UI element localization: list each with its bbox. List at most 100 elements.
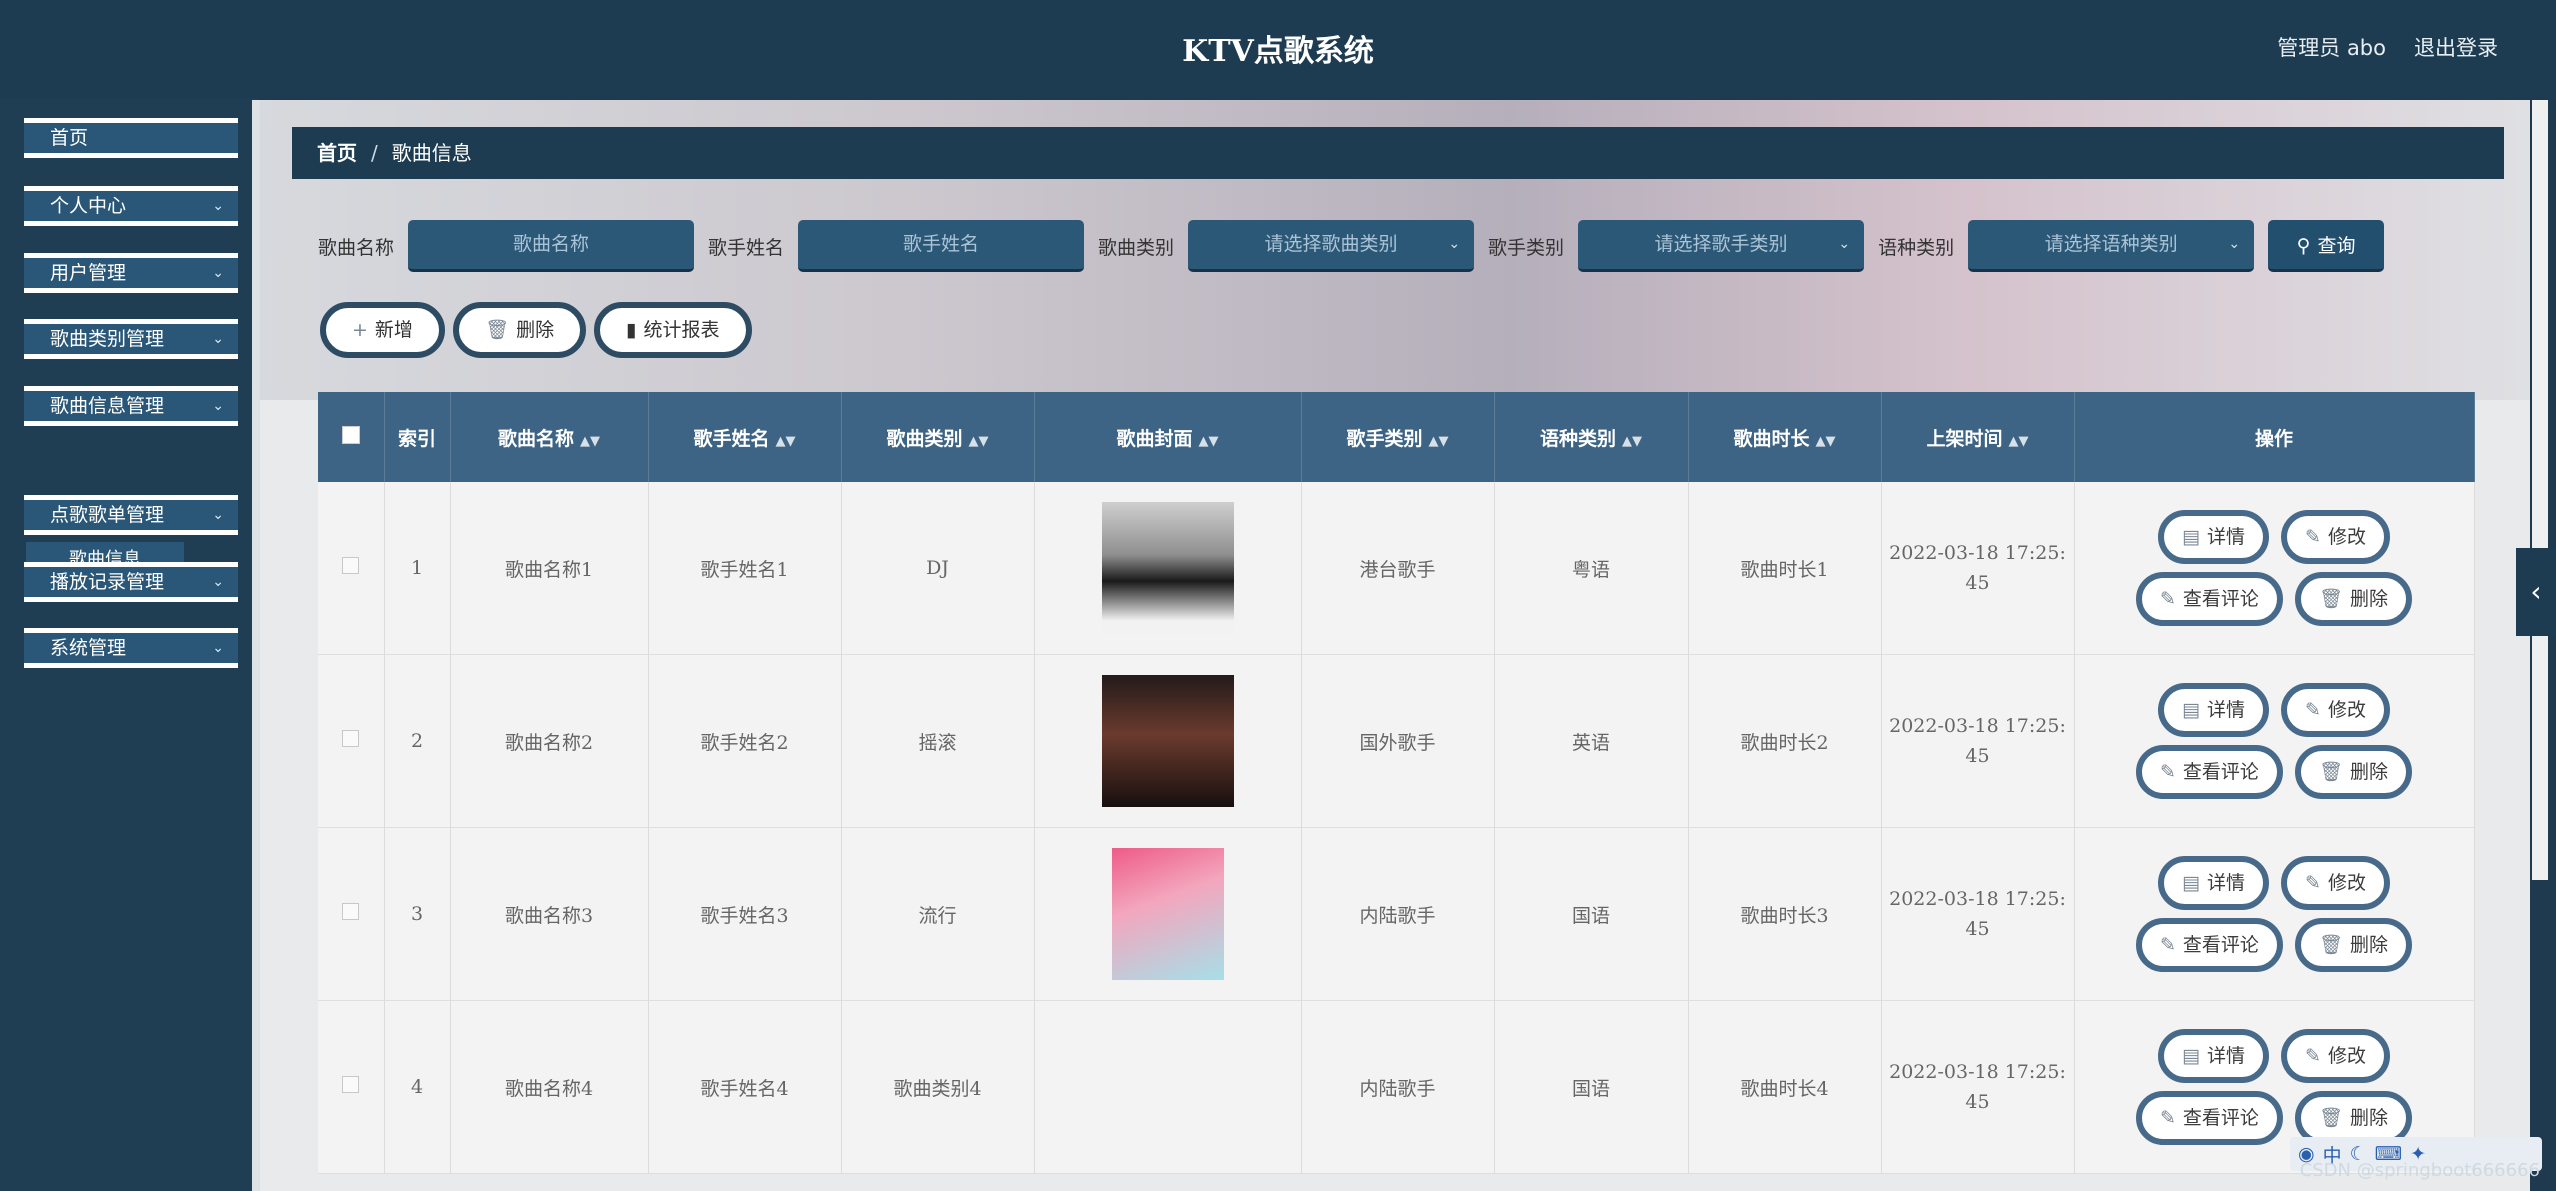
cell-singer-type: 内陆歌手 (1301, 827, 1495, 1001)
col-label: 歌曲名称 (497, 427, 574, 450)
language-select[interactable]: 请选择语种类别 ⌄ (1968, 220, 2255, 272)
cell-language: 国语 (1494, 827, 1689, 1001)
singer-name-label: 歌手姓名 (708, 236, 785, 259)
col-duration[interactable]: 歌曲时长 ▲▼ (1688, 392, 1882, 482)
view-comments-button[interactable]: ✎ 查看评论 (2135, 1091, 2283, 1145)
col-label: 上架时间 (1926, 427, 2003, 450)
table-row: 2 歌曲名称2 歌手姓名2 摇滚 国外歌手 英语 歌曲时长2 2022-03-1… (318, 654, 2475, 828)
singer-name-input[interactable]: 歌手姓名 (798, 220, 1085, 272)
sort-icon: ▲▼ (968, 433, 989, 449)
detail-button[interactable]: ▤ 详情 (2158, 856, 2270, 910)
detail-button[interactable]: ▤ 详情 (2158, 1029, 2270, 1083)
pencil-icon: ✎ (2305, 1045, 2321, 1067)
view-comments-button[interactable]: ✎ 查看评论 (2135, 745, 2283, 799)
scrollbar[interactable] (2532, 100, 2548, 880)
song-type-label: 歌曲类别 (1098, 236, 1175, 259)
op-label: 详情 (2207, 526, 2246, 548)
song-type-select[interactable]: 请选择歌曲类别 ⌄ (1188, 220, 1475, 272)
chevron-down-icon: ⌄ (1838, 236, 1851, 252)
cell-duration: 歌曲时长4 (1688, 1000, 1882, 1174)
select-all-checkbox[interactable] (318, 392, 385, 482)
cell-cover (1034, 827, 1302, 1001)
sidebar-item-playlist-management[interactable]: 点歌歌单管理 ⌄ (24, 495, 238, 535)
add-button[interactable]: + 新增 (320, 302, 445, 358)
col-label: 歌手姓名 (693, 427, 770, 450)
cell-index: 4 (384, 1000, 451, 1174)
row-checkbox[interactable] (318, 827, 385, 1001)
op-label: 查看评论 (2182, 934, 2259, 956)
col-cover[interactable]: 歌曲封面 ▲▼ (1034, 392, 1302, 482)
user-area: 管理员 abo 退出登录 (2277, 32, 2498, 62)
detail-button[interactable]: ▤ 详情 (2158, 510, 2270, 564)
col-song-type[interactable]: 歌曲类别 ▲▼ (841, 392, 1035, 482)
time-date: 2022-03-18 17:25: (1889, 542, 2066, 564)
view-comments-button[interactable]: ✎ 查看评论 (2135, 918, 2283, 972)
col-time[interactable]: 上架时间 ▲▼ (1881, 392, 2075, 482)
col-singer-type[interactable]: 歌手类别 ▲▼ (1301, 392, 1495, 482)
song-cover-image[interactable] (1111, 848, 1224, 980)
table-header-row: 索引 歌曲名称 ▲▼ 歌手姓名 ▲▼ 歌曲类别 ▲▼ 歌曲封面 ▲▼ 歌手类别 ▲▼ 语种… (318, 392, 2475, 482)
top-bar: KTV点歌系统 管理员 abo 退出登录 (0, 0, 2556, 98)
chevron-left-icon: ‹ (2530, 575, 2542, 608)
logout-link[interactable]: 退出登录 (2414, 32, 2498, 62)
col-song-name[interactable]: 歌曲名称 ▲▼ (450, 392, 649, 482)
chevron-down-icon: ⌄ (212, 331, 224, 347)
breadcrumb-home[interactable]: 首页 (317, 141, 357, 165)
cell-cover (1034, 1000, 1302, 1174)
edit-button[interactable]: ✎ 修改 (2281, 510, 2390, 564)
song-name-label: 歌曲名称 (318, 236, 395, 259)
edit-button[interactable]: ✎ 修改 (2281, 856, 2390, 910)
row-checkbox[interactable] (318, 482, 385, 655)
col-language[interactable]: 语种类别 ▲▼ (1494, 392, 1689, 482)
song-cover-image[interactable] (1101, 502, 1234, 634)
document-icon: ▤ (2182, 872, 2200, 894)
song-cover-image[interactable] (1101, 675, 1234, 807)
sort-icon: ▲▼ (1622, 433, 1642, 449)
sidebar-item-personal-center[interactable]: 个人中心 ⌄ (24, 186, 238, 226)
query-button[interactable]: ⚲ 查询 (2268, 220, 2385, 272)
op-label: 删除 (2350, 588, 2389, 610)
delete-button[interactable]: 🗑 删除 (2294, 918, 2413, 972)
sidebar-item-label: 歌曲类别管理 (50, 328, 165, 350)
sidebar-item-user-management[interactable]: 用户管理 ⌄ (24, 253, 238, 293)
pencil-icon: ✎ (2305, 526, 2321, 548)
edit-button[interactable]: ✎ 修改 (2281, 683, 2390, 737)
op-label: 查看评论 (2182, 588, 2259, 610)
cell-singer-name: 歌手姓名3 (648, 827, 842, 1001)
time-seconds: 45 (1965, 745, 1990, 767)
sidebar-item-home[interactable]: 首页 (24, 118, 238, 158)
cell-song-name: 歌曲名称3 (450, 827, 649, 1001)
trash-icon: 🗑 (2318, 934, 2344, 956)
op-label: 查看评论 (2182, 761, 2259, 783)
breadcrumb-separator: / (371, 141, 378, 165)
cell-singer-type: 内陆歌手 (1301, 1000, 1495, 1174)
row-checkbox[interactable] (318, 654, 385, 828)
sidebar-item-play-record-management[interactable]: 播放记录管理 ⌄ (24, 562, 238, 602)
sidebar-item-song-info-management[interactable]: 歌曲信息管理 ⌄ (24, 386, 238, 426)
view-comments-button[interactable]: ✎ 查看评论 (2135, 572, 2283, 626)
sidebar-item-song-category-management[interactable]: 歌曲类别管理 ⌄ (24, 319, 238, 359)
collapse-tab-button[interactable]: ‹ (2516, 548, 2556, 636)
sidebar-item-system-management[interactable]: 系统管理 ⌄ (24, 628, 238, 668)
edit-button[interactable]: ✎ 修改 (2281, 1029, 2390, 1083)
op-label: 修改 (2327, 872, 2366, 894)
chevron-down-icon: ⌄ (212, 640, 224, 656)
detail-button[interactable]: ▤ 详情 (2158, 683, 2270, 737)
delete-button[interactable]: 🗑 删除 (2294, 745, 2413, 799)
song-table: 索引 歌曲名称 ▲▼ 歌手姓名 ▲▼ 歌曲类别 ▲▼ 歌曲封面 ▲▼ 歌手类别 ▲▼ 语种… (318, 392, 2475, 1174)
cell-index: 3 (384, 827, 451, 1001)
song-name-input[interactable]: 歌曲名称 (408, 220, 695, 272)
plus-icon: + (352, 319, 368, 341)
pencil-icon: ✎ (2159, 1107, 2176, 1129)
main-content: 首页 / 歌曲信息 歌曲名称 歌曲名称 歌手姓名 歌手姓名 歌曲类别 请选择歌曲类别… (260, 100, 2530, 1191)
delete-button[interactable]: 🗑 删除 (2294, 572, 2413, 626)
report-button[interactable]: ▮ 统计报表 (594, 302, 752, 358)
chevron-down-icon: ⌄ (212, 574, 224, 590)
batch-delete-button[interactable]: 🗑 删除 (452, 302, 587, 358)
cell-song-name: 歌曲名称2 (450, 654, 649, 828)
row-checkbox[interactable] (318, 1000, 385, 1174)
table-row: 3 歌曲名称3 歌手姓名3 流行 内陆歌手 国语 歌曲时长3 2022-03-1… (318, 827, 2475, 1001)
cell-singer-name: 歌手姓名1 (648, 482, 842, 655)
col-singer-name[interactable]: 歌手姓名 ▲▼ (648, 392, 842, 482)
singer-type-select[interactable]: 请选择歌手类别 ⌄ (1578, 220, 1865, 272)
